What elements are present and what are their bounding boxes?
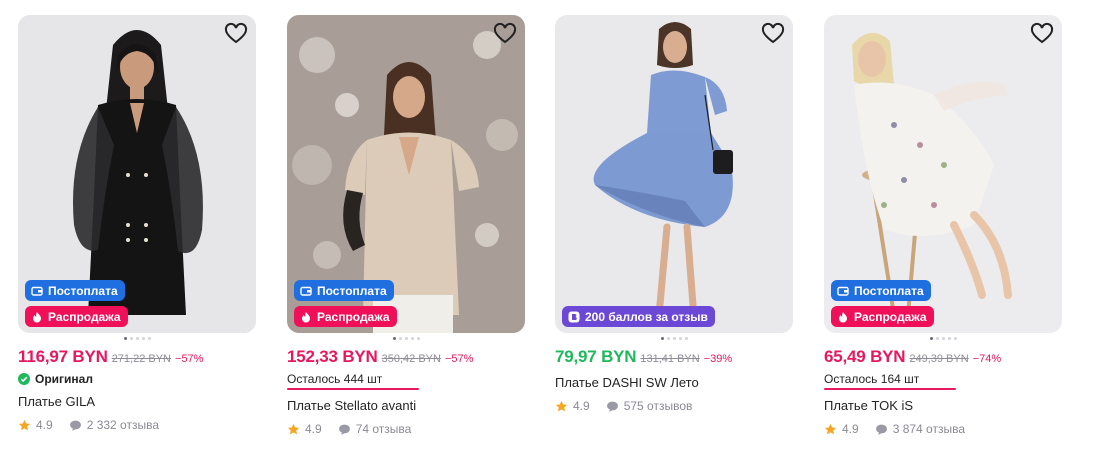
price-row: 152,33 BYN 350,42 BYN −57% xyxy=(287,347,525,367)
reviews-count[interactable]: 3 874 отзыва xyxy=(893,422,965,436)
product-card[interactable]: Постоплата Распродажа 116,97 BYN 271,22 … xyxy=(18,15,256,445)
stock-bar xyxy=(287,388,419,390)
product-card[interactable]: 200 баллов за отзыв 79,97 BYN 131,41 BYN… xyxy=(555,15,793,445)
discount: −74% xyxy=(972,353,1002,365)
speech-bubble-icon xyxy=(875,424,887,435)
stock-bar xyxy=(824,388,956,390)
photo-pager[interactable] xyxy=(555,337,793,341)
flame-icon xyxy=(839,311,847,322)
stock-left: Осталось 444 шт xyxy=(287,372,383,386)
heart-outline-icon xyxy=(761,22,785,43)
discount: −57% xyxy=(175,353,204,365)
rating-value: 4.9 xyxy=(573,399,590,413)
sale-badge: Распродажа xyxy=(831,306,934,327)
favorite-button[interactable] xyxy=(491,21,519,49)
photo-pager[interactable] xyxy=(287,337,525,341)
postpay-badge: Постоплата xyxy=(25,280,125,301)
product-title[interactable]: Платье GILA xyxy=(18,394,256,409)
price-row: 79,97 BYN 131,41 BYN −39% xyxy=(555,347,793,367)
badge-stack: Постоплата Распродажа xyxy=(25,280,128,327)
current-price: 65,49 BYN xyxy=(824,347,906,366)
favorite-button[interactable] xyxy=(222,21,250,49)
reviews-count[interactable]: 74 отзыва xyxy=(356,422,412,436)
rating-value: 4.9 xyxy=(305,422,322,436)
product-title[interactable]: Платье Stellato avanti xyxy=(287,398,525,413)
postpay-badge: Постоплата xyxy=(294,280,394,301)
original-label: Оригинал xyxy=(18,372,256,386)
rating-value: 4.9 xyxy=(36,418,53,432)
badge-stack: Постоплата Распродажа xyxy=(294,280,397,327)
heart-outline-icon xyxy=(1030,22,1054,43)
star-icon xyxy=(555,400,568,411)
rating-value: 4.9 xyxy=(842,422,859,436)
sale-badge: Распродажа xyxy=(294,306,397,327)
product-title[interactable]: Платье DASHI SW Лето xyxy=(555,375,793,390)
rating-row: 4.9 575 отзывов xyxy=(555,399,793,413)
old-price: 249,39 BYN xyxy=(909,353,969,365)
product-image xyxy=(555,15,793,333)
bonus-badge: 200 баллов за отзыв xyxy=(562,306,715,327)
product-photo[interactable]: Постоплата Распродажа xyxy=(18,15,256,333)
product-photo[interactable]: Постоплата Распродажа xyxy=(287,15,525,333)
discount: −57% xyxy=(444,353,474,365)
stock-left: Осталось 164 шт xyxy=(824,372,920,386)
product-card[interactable]: Постоплата Распродажа 65,49 BYN 249,39 B… xyxy=(824,15,1062,445)
photo-pager[interactable] xyxy=(824,337,1062,341)
flame-icon xyxy=(302,311,310,322)
product-card[interactable]: Постоплата Распродажа 152,33 BYN 350,42 … xyxy=(287,15,525,445)
current-price: 152,33 BYN xyxy=(287,347,378,366)
discount: −39% xyxy=(703,353,733,365)
product-title[interactable]: Платье TOK iS xyxy=(824,398,1062,413)
old-price: 350,42 BYN xyxy=(381,353,441,365)
product-grid: Постоплата Распродажа 116,97 BYN 271,22 … xyxy=(0,0,1097,458)
favorite-button[interactable] xyxy=(759,21,787,49)
star-icon xyxy=(287,423,300,434)
product-photo[interactable]: 200 баллов за отзыв xyxy=(555,15,793,333)
photo-pager[interactable] xyxy=(18,337,256,341)
badge-stack: Постоплата Распродажа xyxy=(831,280,934,327)
heart-outline-icon xyxy=(224,22,248,43)
rating-row: 4.9 3 874 отзыва xyxy=(824,422,1062,436)
current-price: 116,97 BYN xyxy=(18,347,108,366)
speech-bubble-icon xyxy=(606,401,618,412)
badge-stack: 200 баллов за отзыв xyxy=(562,306,715,327)
product-photo[interactable]: Постоплата Распродажа xyxy=(824,15,1062,333)
rating-row: 4.9 74 отзыва xyxy=(287,422,525,436)
bonus-b-icon xyxy=(568,311,580,322)
old-price: 131,41 BYN xyxy=(640,353,700,365)
speech-bubble-icon xyxy=(69,420,81,431)
favorite-button[interactable] xyxy=(1028,21,1056,49)
star-icon xyxy=(18,419,31,430)
reviews-count[interactable]: 2 332 отзыва xyxy=(87,418,159,432)
current-price: 79,97 BYN xyxy=(555,347,637,366)
postpay-badge: Постоплата xyxy=(831,280,931,301)
speech-bubble-icon xyxy=(338,424,350,435)
rating-row: 4.9 2 332 отзыва xyxy=(18,418,256,432)
price-row: 65,49 BYN 249,39 BYN −74% xyxy=(824,347,1062,367)
price-row: 116,97 BYN 271,22 BYN −57% xyxy=(18,347,256,367)
flame-icon xyxy=(33,311,41,322)
wallet-icon xyxy=(31,286,43,296)
wallet-icon xyxy=(837,286,849,296)
old-price: 271,22 BYN xyxy=(111,353,172,365)
reviews-count[interactable]: 575 отзывов xyxy=(624,399,693,413)
heart-outline-icon xyxy=(493,22,517,43)
wallet-icon xyxy=(300,286,312,296)
sale-badge: Распродажа xyxy=(25,306,128,327)
star-icon xyxy=(824,423,837,434)
check-circle-icon xyxy=(18,373,30,385)
